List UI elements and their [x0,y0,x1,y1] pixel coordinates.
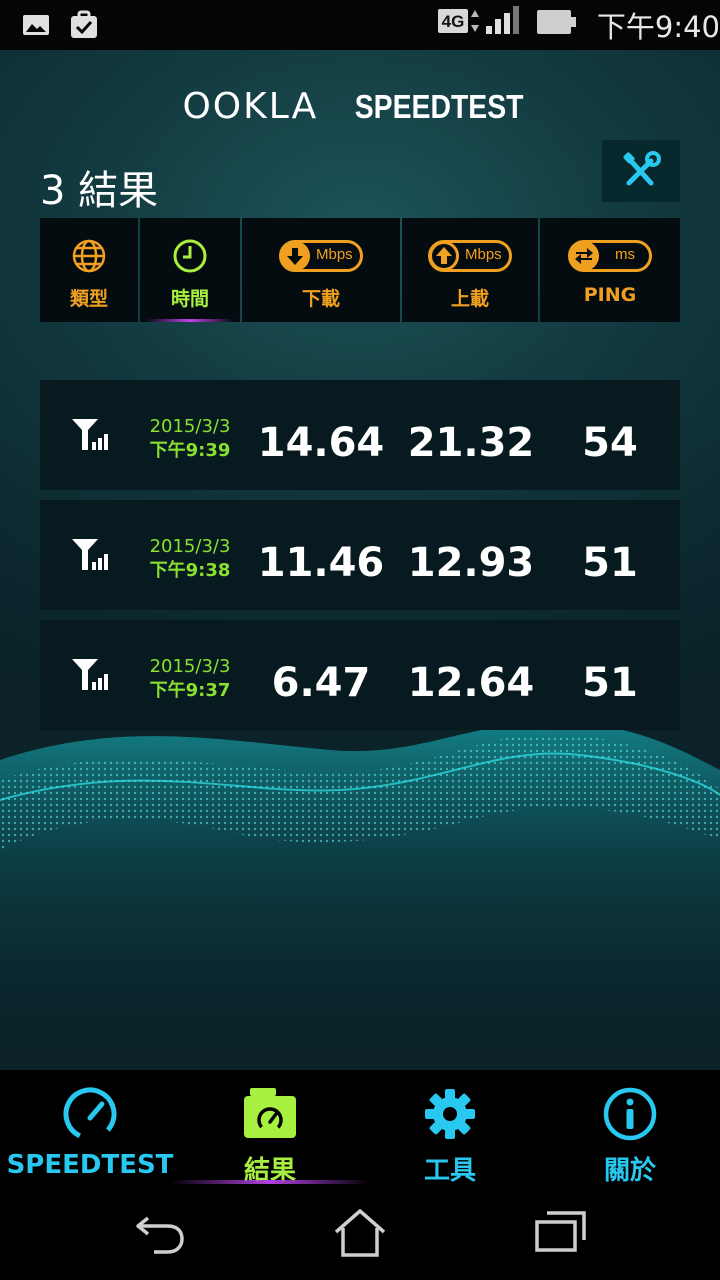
results-count-title: 3 結果 [40,168,159,214]
nav-results[interactable]: 結果 [170,1070,370,1186]
ookla-logo-text: OOKLA [182,86,319,127]
column-time-label: 時間 [170,288,209,310]
nav-results-label: 結果 [243,1156,296,1186]
gallery-icon [23,15,49,35]
ping-arrows-icon [575,248,593,264]
result-date: 2015/3/3 [149,656,231,677]
back-icon[interactable] [134,1208,186,1256]
recent-apps-icon[interactable] [534,1208,588,1254]
cellular-signal-icon [72,659,108,690]
column-type[interactable]: 類型 [40,218,138,322]
clipboard-check-icon [71,10,98,38]
column-type-label: 類型 [69,288,108,310]
result-time: 下午9:37 [149,680,231,701]
speedometer-icon [63,1087,117,1141]
result-download: 6.47 [271,660,371,706]
upload-unit-badge: Mbps [428,240,512,272]
result-ping: 51 [582,540,638,586]
column-time[interactable]: 時間 [140,218,240,322]
column-upload[interactable]: Mbps 上載 [402,218,538,322]
column-ping[interactable]: ms PING [540,218,680,322]
column-download-label: 下載 [301,288,340,310]
gear-icon [425,1089,475,1139]
nav-speedtest[interactable]: SPEEDTEST [0,1070,180,1184]
column-ping-label: PING [583,284,637,306]
result-time: 下午9:38 [149,560,231,581]
nav-about[interactable]: 關於 [540,1070,720,1186]
result-upload: 12.64 [407,660,535,706]
system-navigation-bar [0,1184,720,1280]
clock-time: 下午9:40 [596,10,720,44]
battery-icon [537,10,576,34]
clock-icon [173,239,207,273]
result-date: 2015/3/3 [149,416,231,437]
ping-unit: ms [615,246,635,263]
result-ping: 51 [582,660,638,706]
results-folder-icon [244,1088,296,1138]
result-download: 14.64 [257,420,385,466]
ping-unit-badge: ms [568,240,652,272]
globe-icon [72,239,106,273]
app-content: OOKLA SPEEDTEST 3 結果 類型 時間 Mbps 下載 Mbps … [0,50,720,1070]
download-unit: Mbps [316,246,353,263]
wave-background-graphic [0,721,720,1070]
results-column-header: 類型 時間 Mbps 下載 Mbps 上載 ms PING [40,218,680,322]
nav-tools[interactable]: 工具 [360,1070,540,1186]
brand-logo: OOKLA SPEEDTEST [0,86,720,127]
download-unit-badge: Mbps [279,240,363,272]
nav-tools-label: 工具 [423,1156,476,1186]
network-indicator: 4G [438,4,524,42]
tools-button[interactable] [602,140,680,202]
status-bar: 4G 下午9:40 [0,0,720,50]
nav-speedtest-label: SPEEDTEST [6,1150,174,1180]
result-row[interactable]: 2015/3/3 下午9:37 6.47 12.64 51 [40,620,680,730]
result-upload: 21.32 [407,420,535,466]
wrench-screwdriver-icon [623,151,661,186]
upload-unit: Mbps [465,246,502,263]
signal-4g-icon: 4G [438,6,519,34]
column-download[interactable]: Mbps 下載 [242,218,400,322]
network-type: 4G [442,12,465,31]
cellular-signal-icon [72,539,108,570]
cellular-signal-icon [72,419,108,450]
result-download: 11.46 [257,540,385,586]
result-ping: 54 [582,420,638,466]
arrow-down-icon [287,248,303,265]
home-icon[interactable] [332,1208,388,1258]
result-upload: 12.93 [407,540,535,586]
speedtest-logo-text: SPEEDTEST [355,87,524,125]
arrow-up-icon [436,247,452,264]
result-time: 下午9:39 [149,440,231,461]
result-row[interactable]: 2015/3/3 下午9:38 11.46 12.93 51 [40,500,680,610]
column-upload-label: 上載 [450,288,489,310]
bottom-navigation: SPEEDTEST 結果 工具 關於 [0,1070,720,1186]
result-row[interactable]: 2015/3/3 下午9:39 14.64 21.32 54 [40,380,680,490]
result-date: 2015/3/3 [149,536,231,557]
nav-about-label: 關於 [603,1156,656,1186]
info-icon [603,1087,657,1141]
